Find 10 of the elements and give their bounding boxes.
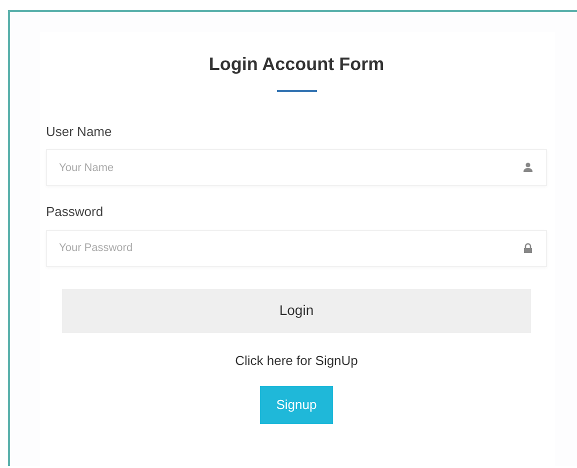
user-icon [523,162,533,172]
title-underline [276,90,316,92]
field-label: User Name [46,122,113,141]
input-field[interactable]: Your Name [46,149,547,186]
lock-icon [523,242,533,253]
signup-prompt: Click here for SignUp [235,352,358,370]
input-field[interactable]: Your Password [46,230,547,267]
form-title: Login Account Form [208,54,386,76]
field-label: Password [46,203,104,222]
login-button[interactable]: Login [62,288,531,333]
